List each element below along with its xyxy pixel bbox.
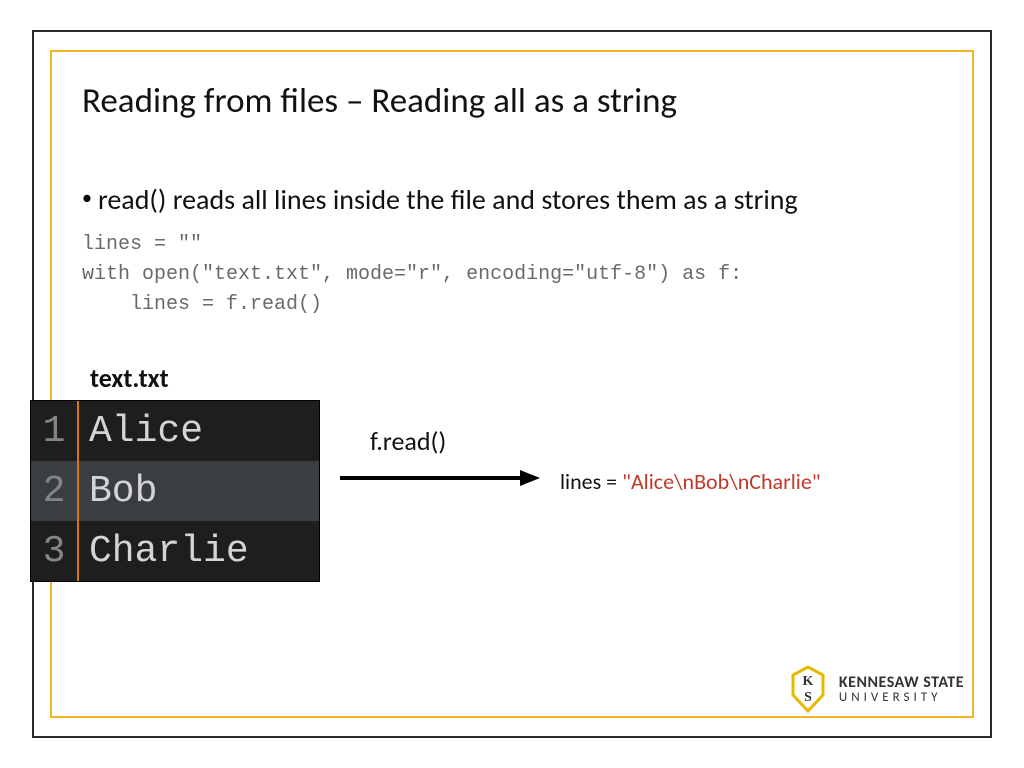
svg-text:K: K bbox=[802, 674, 813, 689]
code-block: lines = "" with open("text.txt", mode="r… bbox=[82, 230, 942, 320]
bullet-text: read() reads all lines inside the file a… bbox=[98, 182, 798, 218]
arrow-label: f.read() bbox=[370, 425, 446, 457]
svg-text:S: S bbox=[804, 690, 812, 705]
editor-row: 1 Alice bbox=[31, 401, 319, 461]
bullet-dot: • bbox=[82, 182, 92, 214]
editor-row: 2 Bob bbox=[31, 461, 319, 521]
code-line: lines = f.read() bbox=[82, 293, 322, 316]
code-line: with open("text.txt", mode="r", encoding… bbox=[82, 263, 742, 286]
line-number: 1 bbox=[31, 401, 79, 461]
line-text: Alice bbox=[79, 410, 203, 453]
line-number: 3 bbox=[31, 521, 79, 581]
logo-text: KENNESAW STATE UNIVERSITY bbox=[839, 675, 964, 704]
slide-title: Reading from files – Reading all as a st… bbox=[82, 80, 942, 122]
logo-line1: KENNESAW STATE bbox=[839, 675, 964, 691]
line-number: 2 bbox=[31, 461, 79, 521]
logo-icon: K S bbox=[787, 665, 829, 713]
result-text: lines = "Alice\nBob\nCharlie" bbox=[560, 468, 821, 495]
bullet-item: • read() reads all lines inside the file… bbox=[82, 182, 942, 218]
university-logo: K S KENNESAW STATE UNIVERSITY bbox=[787, 665, 964, 713]
code-line: lines = "" bbox=[82, 233, 202, 256]
result-value: "Alice\nBob\nCharlie" bbox=[622, 468, 821, 495]
logo-line2: UNIVERSITY bbox=[839, 691, 964, 704]
arrow-icon bbox=[340, 468, 540, 488]
line-text: Bob bbox=[79, 470, 157, 513]
line-text: Charlie bbox=[79, 530, 249, 573]
file-label: text.txt bbox=[90, 362, 169, 394]
slide-content: Reading from files – Reading all as a st… bbox=[82, 80, 942, 708]
editor-row: 3 Charlie bbox=[31, 521, 319, 581]
text-editor: 1 Alice 2 Bob 3 Charlie bbox=[30, 400, 320, 582]
result-prefix: lines = bbox=[560, 468, 622, 495]
